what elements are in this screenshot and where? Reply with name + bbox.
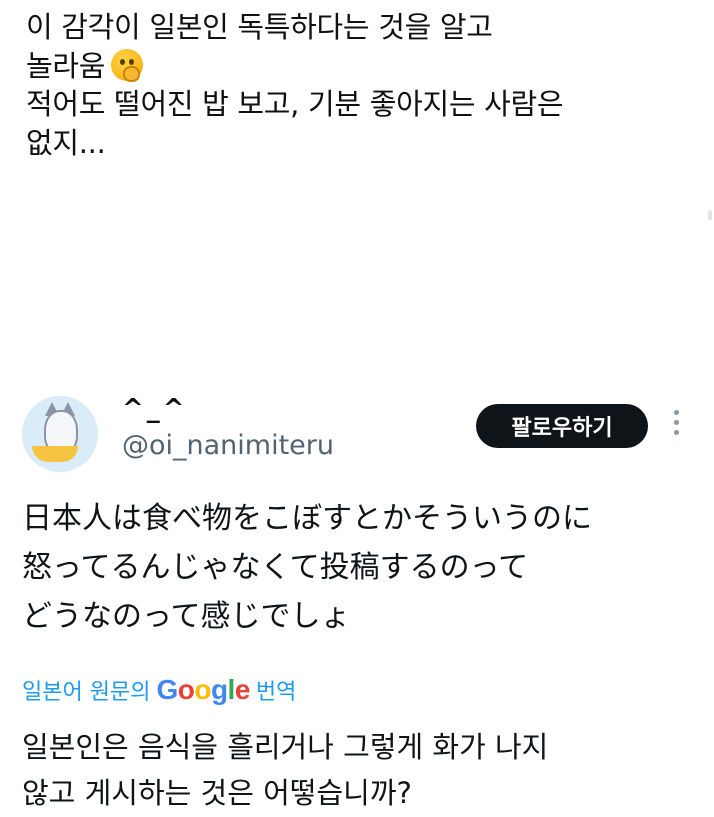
tweet-original-text: 日本人は食べ物をこぼすとかそういうのに 怒ってるんじゃなくて投稿するのって どう… xyxy=(22,494,592,641)
translated-line: 일본인은 음식을 흘리거나 그렇게 화가 나지 xyxy=(22,730,549,764)
display-name[interactable]: ^_^ xyxy=(122,394,188,424)
translate-suffix: 번역 xyxy=(255,680,297,705)
original-line: 怒ってるんじゃなくて投稿するのって xyxy=(22,550,529,585)
google-logo-letter: l xyxy=(227,674,236,705)
comment-text: 이 감각이 일본인 독특하다는 것을 알고 놀라움 적어도 떨어진 밥 보고, … xyxy=(26,8,696,162)
comment-line: 적어도 떨어진 밥 보고, 기분 좋아지는 사람은 xyxy=(26,87,564,121)
google-logo-letter: g xyxy=(210,674,228,705)
google-logo-letter: o xyxy=(194,674,211,705)
avatar[interactable] xyxy=(22,396,98,472)
google-logo: Google xyxy=(156,674,251,706)
comment-line: 놀라움 xyxy=(26,48,106,83)
google-logo-letter: e xyxy=(234,674,251,705)
translation-attribution[interactable]: 일본어 원문의 Google 번역 xyxy=(22,674,296,706)
shushing-face-icon xyxy=(111,48,144,82)
google-logo-letter: G xyxy=(156,674,178,705)
scrollbar-mark xyxy=(708,210,712,220)
tweet-translated-text: 일본인은 음식을 흘리거나 그렇게 화가 나지 않고 게시하는 것은 어떻습니까… xyxy=(22,724,548,816)
user-handle[interactable]: @oi_nanimiteru xyxy=(122,430,334,461)
original-line: どうなのって感じでしょ xyxy=(22,599,351,634)
original-line: 日本人は食べ物をこぼすとかそういうのに xyxy=(22,501,592,536)
google-logo-letter: o xyxy=(177,674,195,705)
comment-line: 없지... xyxy=(26,125,106,160)
translate-prefix: 일본어 원문의 xyxy=(22,680,151,705)
translated-line: 않고 게시하는 것은 어떻습니까? xyxy=(22,776,412,810)
more-options-icon[interactable] xyxy=(674,410,682,435)
comment-line: 이 감각이 일본인 독특하다는 것을 알고 xyxy=(26,10,493,44)
follow-button[interactable]: 팔로우하기 xyxy=(476,404,648,448)
